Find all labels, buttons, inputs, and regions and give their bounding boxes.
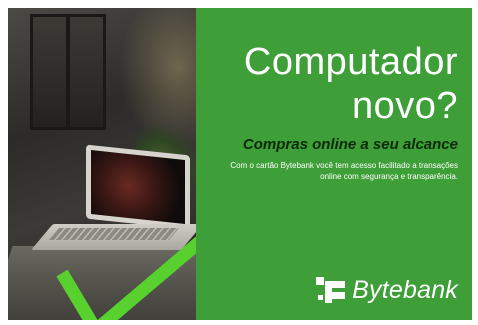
bytebank-logo: Bytebank: [316, 276, 458, 305]
logo-text: Bytebank: [352, 276, 458, 304]
window: [30, 14, 106, 130]
subtitle: Compras online a seu alcance: [242, 136, 458, 153]
bytebank-logo-icon: [316, 276, 346, 303]
promo-panel: Computador novo? Compras online a seu al…: [196, 8, 472, 320]
body-text: Com o cartão Bytebank você tem acesso fa…: [230, 161, 458, 181]
headline-line-2: novo?: [351, 85, 458, 127]
ad-banner: Computador novo? Compras online a seu al…: [8, 8, 472, 320]
headline-line-1: Computador: [243, 41, 458, 83]
headline: Computador novo?: [244, 40, 458, 128]
laptop-screen: [86, 144, 190, 230]
